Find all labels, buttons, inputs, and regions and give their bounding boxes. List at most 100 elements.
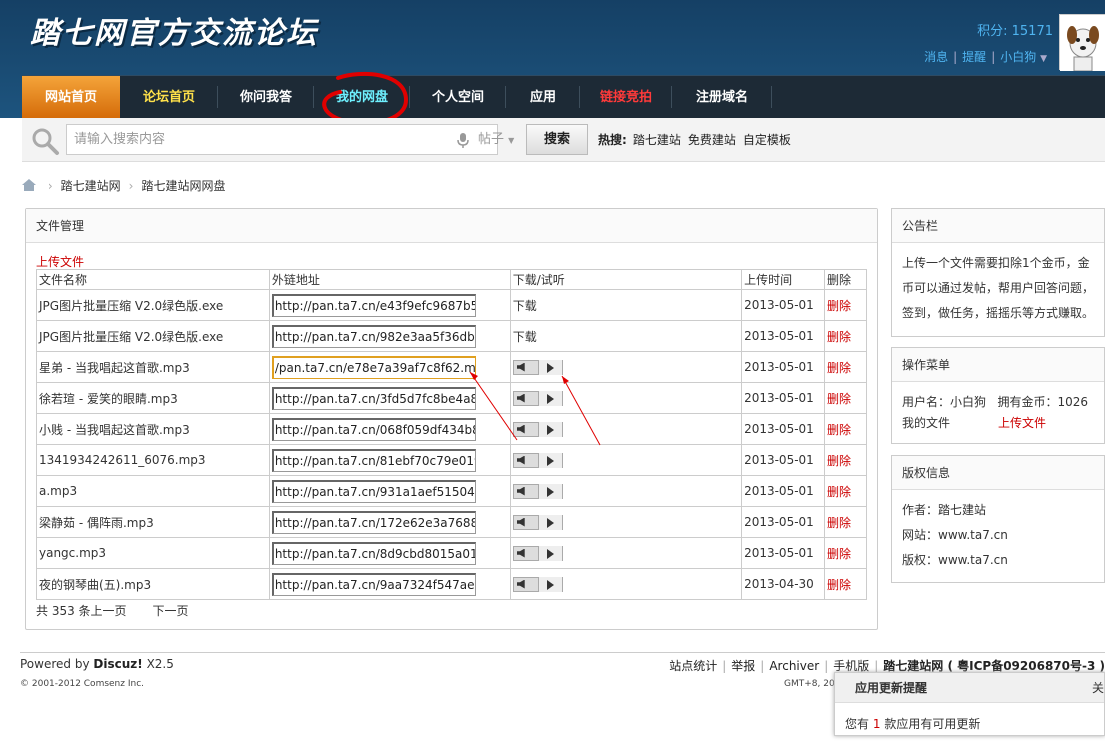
nav-space[interactable]: 个人空间	[410, 76, 506, 119]
play-icon[interactable]	[546, 424, 554, 435]
footer-icp[interactable]: 踏七建站网 ( 粤ICP备09206870号-3 )	[883, 659, 1105, 673]
chevron-down-icon[interactable]: ▼	[1040, 54, 1047, 64]
username-link[interactable]: 小白狗	[1000, 50, 1036, 64]
speaker-icon[interactable]	[516, 424, 525, 434]
audio-player[interactable]	[512, 452, 563, 468]
audio-player[interactable]	[512, 576, 563, 592]
external-link-field[interactable]: http://pan.ta7.cn/068f059df434b89	[271, 417, 476, 441]
download-link[interactable]: 下载	[513, 330, 537, 344]
play-icon[interactable]	[546, 393, 554, 404]
nav-netdisk[interactable]: 我的网盘	[314, 76, 410, 119]
speaker-icon[interactable]	[516, 548, 525, 558]
search-type-select[interactable]: 帖子 ▼	[474, 124, 526, 155]
footer-link[interactable]: 手机版	[833, 659, 869, 673]
speaker-icon[interactable]	[516, 455, 525, 465]
file-name: 夜的钢琴曲(五).mp3	[36, 568, 270, 600]
copyright-rights: 版权：www.ta7.cn	[902, 553, 1008, 567]
audio-player[interactable]	[512, 545, 563, 561]
upload-date: 2013-05-01	[741, 320, 826, 352]
play-icon[interactable]	[546, 548, 554, 559]
search-icon[interactable]	[30, 126, 60, 156]
delete-link[interactable]: 删除	[827, 454, 851, 468]
file-manager-panel: 文件管理 上传文件 文件名称 外链地址 下载/试听 上传时间 删除 JPG图片批…	[25, 208, 878, 630]
main-nav: 网站首页 论坛首页 你问我答 我的网盘 个人空间 应用 链接竞拍 注册域名	[22, 75, 1105, 119]
delete-link[interactable]: 删除	[827, 485, 851, 499]
messages-link[interactable]: 消息	[924, 50, 948, 64]
external-link-field[interactable]: http://pan.ta7.cn/8d9cbd8015a01d8	[271, 541, 476, 565]
breadcrumb-item[interactable]: 踏七建站网网盘	[141, 179, 225, 193]
speaker-icon[interactable]	[516, 517, 525, 527]
reminders-link[interactable]: 提醒	[962, 50, 986, 64]
delete-cell: 删除	[824, 413, 867, 445]
popup-count[interactable]: 1	[873, 717, 881, 731]
external-link-field[interactable]: http://pan.ta7.cn/81ebf70c79e0199	[271, 448, 476, 472]
microphone-icon[interactable]	[455, 132, 471, 148]
site-logo[interactable]: 踏七网官方交流论坛	[30, 8, 318, 52]
external-link-field[interactable]: http://pan.ta7.cn/9aa7324f547ae47	[271, 572, 476, 596]
delete-link[interactable]: 删除	[827, 578, 851, 592]
hot-item[interactable]: 自定模板	[743, 133, 791, 147]
link-cell: http://pan.ta7.cn/9aa7324f547ae47	[268, 568, 511, 600]
search-input[interactable]: 请输入搜索内容	[66, 124, 498, 155]
audio-player[interactable]	[512, 514, 563, 530]
audio-player[interactable]	[512, 390, 563, 406]
upload-file-link[interactable]: 上传文件	[36, 253, 84, 270]
avatar[interactable]	[1059, 14, 1105, 72]
home-icon[interactable]	[22, 179, 36, 191]
delete-link[interactable]: 删除	[827, 392, 851, 406]
delete-link[interactable]: 删除	[827, 547, 851, 561]
delete-link[interactable]: 删除	[827, 423, 851, 437]
play-icon[interactable]	[546, 486, 554, 497]
discuz-link[interactable]: Discuz!	[93, 657, 142, 671]
my-files-link[interactable]: 我的文件	[902, 416, 950, 430]
hot-item[interactable]: 踏七建站	[633, 133, 681, 147]
discuz-version: X2.5	[146, 657, 174, 671]
speaker-icon[interactable]	[516, 393, 525, 403]
pager: 共 353 条上一页 下一页	[36, 602, 215, 619]
table-row: 梁静茹 - 偶阵雨.mp3 http://pan.ta7.cn/172e62e3a…	[36, 506, 867, 538]
audio-player[interactable]	[512, 359, 563, 375]
search-button[interactable]: 搜索	[526, 124, 588, 155]
external-link-field[interactable]: http://pan.ta7.cn/e43f9efc9687b54	[271, 293, 476, 317]
ops-panel: 操作菜单 用户名：小白狗 拥有金币：1026 我的文件 上传文件	[891, 347, 1105, 444]
ops-upload-link[interactable]: 上传文件	[998, 416, 1046, 430]
breadcrumb-item[interactable]: 踏七建站网	[61, 179, 121, 193]
player-cell	[509, 475, 743, 507]
nav-home[interactable]: 网站首页	[22, 76, 120, 119]
speaker-icon[interactable]	[516, 486, 525, 496]
play-icon[interactable]	[546, 517, 554, 528]
delete-cell: 删除	[824, 475, 867, 507]
nav-qa[interactable]: 你问我答	[218, 76, 314, 119]
footer-link[interactable]: Archiver	[769, 659, 819, 673]
delete-link[interactable]: 删除	[827, 516, 851, 530]
audio-player[interactable]	[512, 483, 563, 499]
delete-link[interactable]: 删除	[827, 361, 851, 375]
delete-link[interactable]: 删除	[827, 299, 851, 313]
footer-link[interactable]: 举报	[731, 659, 755, 673]
delete-link[interactable]: 删除	[827, 330, 851, 344]
external-link-field[interactable]: http://pan.ta7.cn/931a1aef51504b0	[271, 479, 476, 503]
external-link-field[interactable]: http://pan.ta7.cn/982e3aa5f36db05	[271, 324, 476, 348]
footer-link[interactable]: 站点统计	[669, 659, 717, 673]
credit-score[interactable]: 积分: 15171	[977, 20, 1053, 39]
play-icon[interactable]	[546, 579, 554, 590]
audio-player[interactable]	[512, 421, 563, 437]
nav-forum[interactable]: 论坛首页	[120, 76, 218, 119]
pager-next[interactable]: 下一页	[153, 604, 189, 618]
popup-close[interactable]: 关	[1092, 679, 1104, 696]
nav-apps[interactable]: 应用	[506, 76, 580, 119]
external-link-field[interactable]: /pan.ta7.cn/e78e7a39af7c8f62.mp3	[271, 355, 476, 379]
speaker-icon[interactable]	[516, 362, 525, 372]
nav-auction[interactable]: 链接竞拍	[580, 76, 672, 119]
external-link-field[interactable]: http://pan.ta7.cn/3fd5d7fc8be4a8e	[271, 386, 476, 410]
pager-prev[interactable]: 共 353 条上一页	[36, 604, 127, 618]
external-link-field[interactable]: http://pan.ta7.cn/172e62e3a768823	[271, 510, 476, 534]
hot-item[interactable]: 免费建站	[688, 133, 736, 147]
speaker-icon[interactable]	[516, 579, 525, 589]
delete-cell: 删除	[824, 444, 867, 476]
file-name: a.mp3	[36, 475, 270, 507]
download-link[interactable]: 下载	[513, 299, 537, 313]
play-icon[interactable]	[546, 455, 554, 466]
play-icon[interactable]	[546, 362, 554, 373]
nav-domain[interactable]: 注册域名	[672, 76, 772, 119]
